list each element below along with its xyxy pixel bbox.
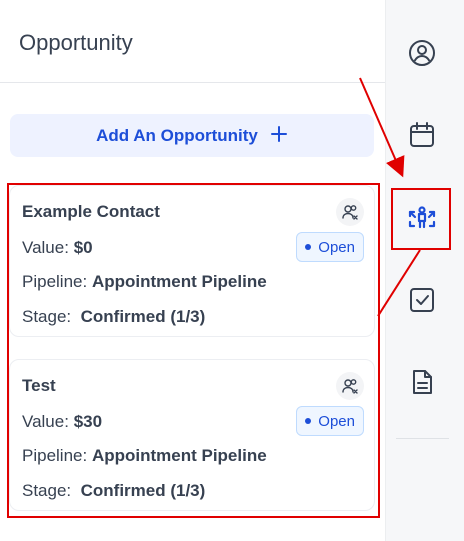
stage-label: Stage: [22, 481, 72, 500]
stage-value: Confirmed (1/3) [80, 307, 206, 326]
pipeline-label: Pipeline: [22, 272, 88, 291]
stage-value: Confirmed (1/3) [80, 481, 206, 500]
value-amount: $30 [73, 412, 103, 431]
task-icon[interactable] [406, 284, 438, 316]
opportunity-name: Test [22, 376, 56, 395]
status-dot [305, 418, 312, 424]
panel-header: Opportunity [0, 0, 385, 83]
add-opportunity-button[interactable]: Add An Opportunity [10, 114, 374, 157]
calendar-icon[interactable] [406, 119, 438, 151]
value-label: Value: [22, 238, 69, 257]
opportunity-panel: Opportunity Add An Opportunity Example C… [0, 0, 385, 541]
rail-divider [396, 438, 449, 439]
contact-unlink-icon[interactable] [336, 372, 364, 400]
panel-title: Opportunity [19, 30, 133, 55]
value-row: Value: $30 [22, 412, 102, 432]
status-badge: Open [296, 406, 364, 436]
icon-rail [385, 0, 464, 541]
plus-icon [270, 124, 288, 148]
value-row: Value: $0 [22, 238, 93, 258]
contact-unlink-icon[interactable] [336, 198, 364, 226]
status-label: Open [318, 238, 355, 256]
status-dot [305, 244, 312, 250]
value-label: Value: [22, 412, 69, 431]
opportunity-card[interactable]: Example Contact Value: $0 Open Pipeline:… [9, 185, 375, 337]
opportunity-name: Example Contact [22, 202, 160, 221]
opportunity-card[interactable]: Test Value: $30 Open Pipeline: Appointme… [9, 359, 375, 511]
status-badge: Open [296, 232, 364, 262]
pipeline-row: Pipeline: Appointment Pipeline [22, 272, 267, 292]
stage-row: Stage: Confirmed (1/3) [22, 481, 205, 501]
pipeline-value: Appointment Pipeline [91, 272, 267, 291]
notes-icon[interactable] [406, 366, 438, 398]
status-label: Open [318, 412, 355, 430]
pipeline-row: Pipeline: Appointment Pipeline [22, 446, 267, 466]
add-opportunity-label: Add An Opportunity [96, 125, 258, 145]
contact-icon[interactable] [406, 37, 438, 69]
pipeline-label: Pipeline: [22, 446, 88, 465]
value-amount: $0 [73, 238, 93, 257]
stage-label: Stage: [22, 307, 72, 326]
stage-row: Stage: Confirmed (1/3) [22, 307, 205, 327]
opportunity-icon[interactable] [406, 202, 438, 234]
pipeline-value: Appointment Pipeline [91, 446, 267, 465]
